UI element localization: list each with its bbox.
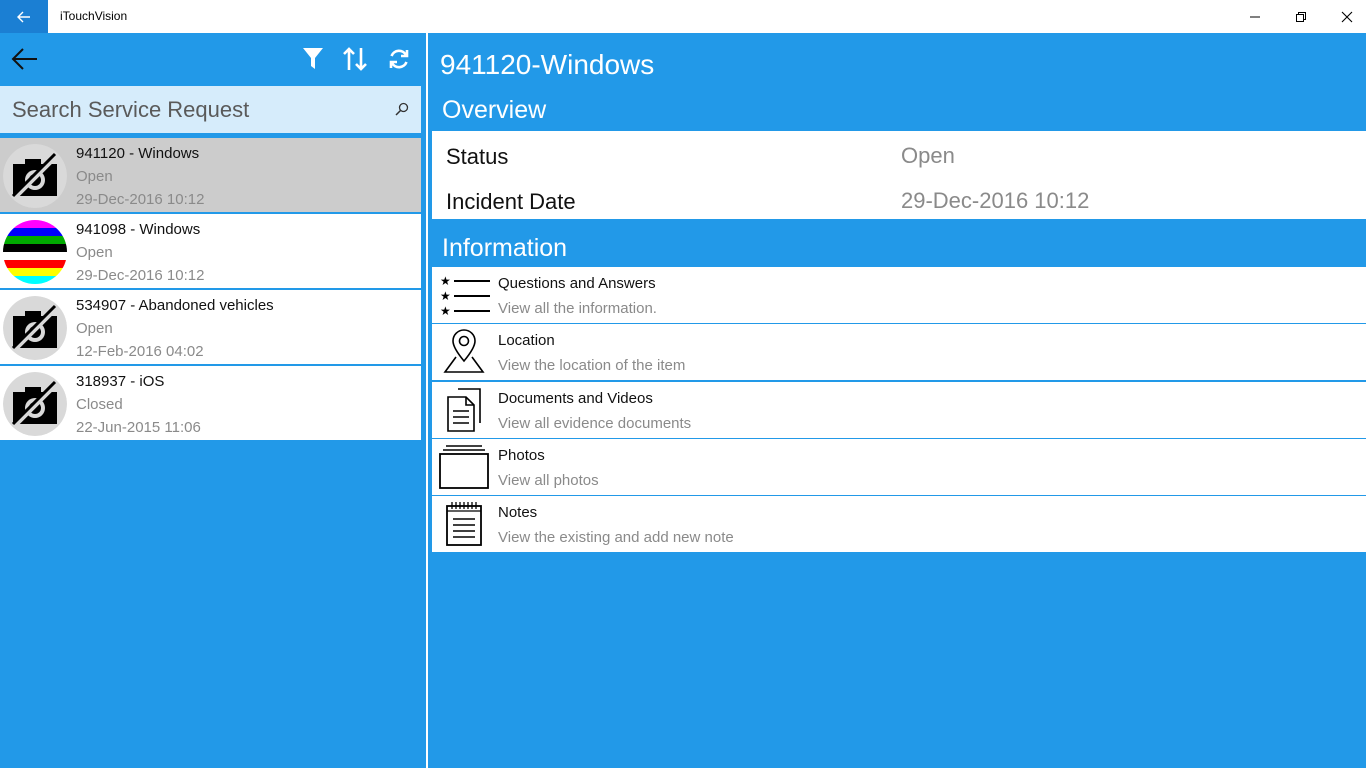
info-item-location[interactable]: Location View the location of the item — [432, 324, 1366, 381]
back-button[interactable] — [8, 43, 40, 75]
close-icon — [1341, 11, 1353, 22]
info-item-title: Documents and Videos — [498, 389, 653, 407]
incident-date-value: 29-Dec-2016 10:12 — [901, 188, 1090, 213]
filter-icon — [303, 48, 323, 69]
info-item-subtitle: View the existing and add new note — [498, 529, 734, 547]
request-title: 941098 - Windows — [76, 221, 201, 238]
request-status: Open — [76, 320, 113, 337]
request-title: 941120 - Windows — [76, 145, 200, 162]
restore-icon — [1296, 11, 1306, 22]
no-photo-icon — [3, 296, 67, 360]
status-label: Status — [446, 144, 509, 169]
info-item-subtitle: View all evidence documents — [498, 414, 692, 432]
info-item-title: Questions and Answers — [498, 275, 656, 292]
svg-text:★: ★ — [440, 274, 451, 288]
notepad-icon — [438, 500, 490, 548]
search-box — [0, 86, 421, 133]
info-item-subtitle: View all photos — [498, 471, 599, 489]
restore-button[interactable] — [1278, 0, 1324, 33]
request-status: Closed — [76, 396, 123, 413]
search-icon — [395, 102, 409, 116]
window-back-button[interactable] — [0, 0, 48, 33]
request-list-pane: 941120 - Windows Open 29-Dec-2016 10:12 … — [0, 33, 426, 768]
sort-button[interactable] — [339, 43, 371, 75]
request-date: 29-Dec-2016 10:12 — [76, 191, 205, 208]
arrow-left-icon — [11, 48, 37, 70]
minimize-icon — [1250, 16, 1260, 17]
overview-header: Overview — [442, 96, 547, 124]
svg-text:★: ★ — [440, 289, 451, 303]
list-toolbar — [0, 33, 426, 85]
request-status: Open — [76, 168, 113, 185]
information-list: ★ ★ ★ Questions and Answers View all the i… — [432, 267, 1366, 553]
request-list-item[interactable]: 318937 - iOS Closed 22-Jun-2015 11:06 — [0, 366, 421, 440]
request-title: 534907 - Abandoned vehicles — [76, 297, 274, 314]
no-photo-icon — [3, 372, 67, 436]
starred-list-icon: ★ ★ ★ — [438, 271, 490, 319]
map-pin-icon — [438, 328, 490, 376]
documents-icon — [438, 386, 490, 434]
request-list-item[interactable]: 941098 - Windows Open 29-Dec-2016 10:12 — [0, 214, 421, 288]
info-item-title: Photos — [498, 446, 545, 464]
search-button[interactable] — [391, 98, 413, 120]
info-item-questions[interactable]: ★ ★ ★ Questions and Answers View all the i… — [432, 267, 1366, 323]
request-list: 941120 - Windows Open 29-Dec-2016 10:12 … — [0, 138, 421, 442]
request-list-item[interactable]: 534907 - Abandoned vehicles Open 12-Feb-… — [0, 290, 421, 364]
color-stripes-image — [3, 220, 67, 284]
info-item-documents[interactable]: Documents and Videos View all evidence d… — [432, 381, 1366, 438]
filter-button[interactable] — [297, 43, 329, 75]
window-title: iTouchVision — [60, 9, 128, 23]
info-item-title: Location — [498, 332, 555, 350]
request-list-item[interactable]: 941120 - Windows Open 29-Dec-2016 10:12 — [0, 138, 421, 212]
request-date: 22-Jun-2015 11:06 — [76, 419, 201, 436]
info-item-title: Notes — [498, 504, 538, 522]
refresh-button[interactable] — [383, 43, 415, 75]
no-photo-icon — [3, 144, 67, 208]
overview-panel: Status Open Incident Date 29-Dec-2016 10… — [432, 131, 1366, 219]
request-title: 318937 - iOS — [76, 373, 165, 390]
title-bar: iTouchVision — [0, 0, 1366, 33]
photo-stack-icon — [438, 443, 490, 491]
request-status: Open — [76, 244, 113, 261]
close-button[interactable] — [1324, 0, 1366, 33]
detail-pane: 941120-Windows Overview Status Open Inci… — [428, 33, 1366, 768]
status-value: Open — [901, 143, 955, 168]
request-date: 29-Dec-2016 10:12 — [76, 267, 205, 284]
refresh-icon — [389, 49, 409, 69]
incident-date-label: Incident Date — [446, 189, 576, 214]
info-item-subtitle: View the location of the item — [498, 357, 686, 375]
info-item-notes[interactable]: Notes View the existing and add new note — [432, 496, 1366, 553]
minimize-button[interactable] — [1232, 0, 1278, 33]
information-header: Information — [442, 234, 568, 262]
info-item-subtitle: View all the information. — [498, 300, 657, 317]
arrow-left-icon — [17, 11, 30, 22]
search-input[interactable] — [0, 86, 380, 133]
sort-icon — [343, 47, 367, 71]
info-item-photos[interactable]: Photos View all photos — [432, 438, 1366, 495]
svg-text:★: ★ — [440, 304, 451, 317]
request-date: 12-Feb-2016 04:02 — [76, 343, 204, 360]
detail-title: 941120-Windows — [440, 49, 655, 80]
